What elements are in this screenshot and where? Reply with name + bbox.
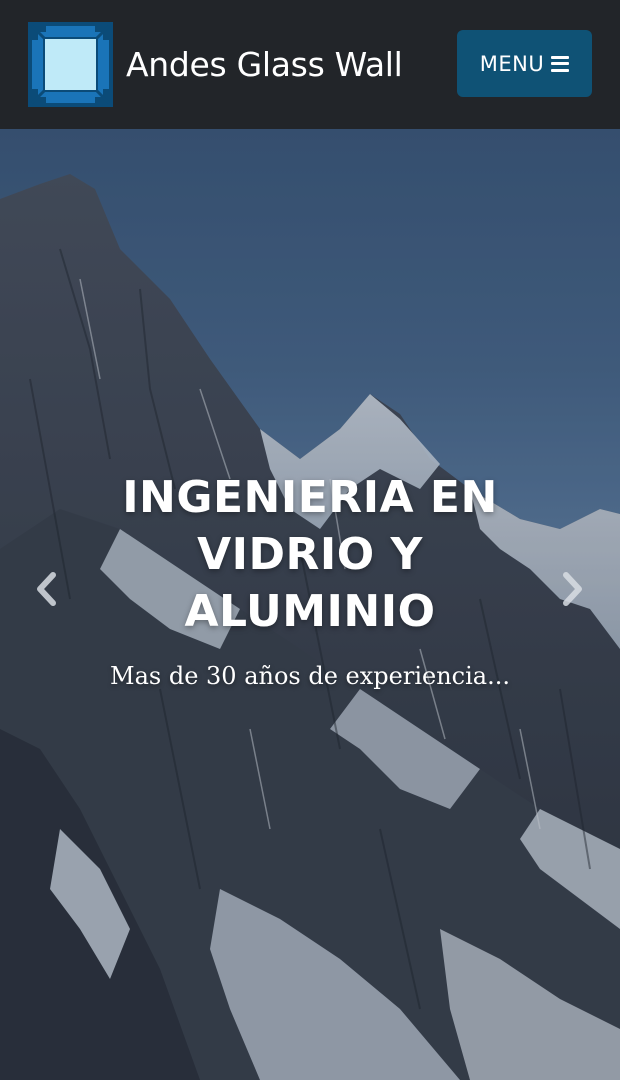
bars-icon <box>551 55 570 72</box>
menu-button[interactable]: MENU <box>457 30 592 97</box>
navbar: Andes Glass Wall MENU <box>0 0 620 129</box>
hero-subtitle: Mas de 30 años de experiencia... <box>110 662 510 690</box>
hero-caption: INGENIERIA EN VIDRIO Y ALUMINIO Mas de 3… <box>0 469 620 690</box>
hero-title: INGENIERIA EN VIDRIO Y ALUMINIO <box>122 472 498 637</box>
carousel-next-button[interactable] <box>553 569 593 609</box>
hero-carousel: INGENIERIA EN VIDRIO Y ALUMINIO Mas de 3… <box>0 129 620 1080</box>
brand-link[interactable]: Andes Glass Wall <box>26 19 403 109</box>
chevron-left-icon <box>37 572 56 606</box>
menu-label: MENU <box>479 51 545 76</box>
carousel-prev-button[interactable] <box>26 569 66 609</box>
chevron-right-icon <box>563 572 582 606</box>
brand-name: Andes Glass Wall <box>126 44 403 84</box>
window-frame-logo <box>28 21 113 107</box>
